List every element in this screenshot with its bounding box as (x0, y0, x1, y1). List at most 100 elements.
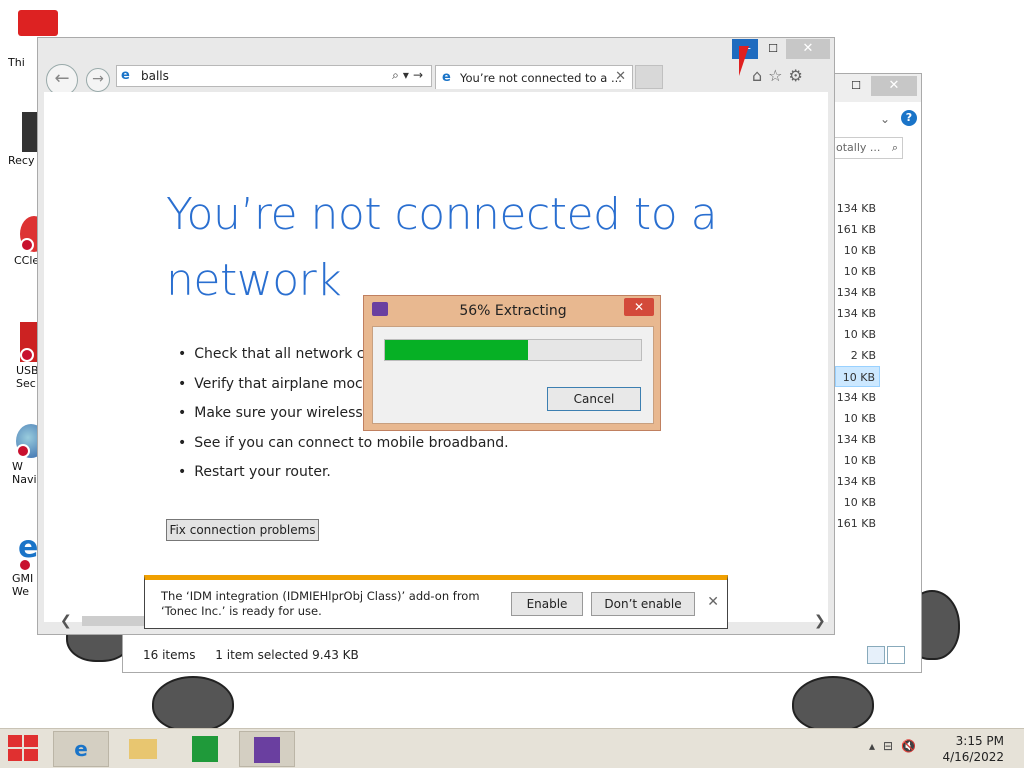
progress-bar (384, 339, 642, 361)
winrar-icon (254, 737, 280, 763)
windows-logo-icon (24, 735, 38, 747)
shield-icon (20, 238, 34, 252)
file-size-cell[interactable]: 10 KB (835, 240, 880, 261)
tab-title: You’re not connected to a ... (460, 71, 622, 85)
addon-notification-bar: The ‘IDM integration (IDMIEHlprObj Class… (144, 575, 728, 629)
taskbar: e ▴⊟🔇 3:15 PM 4/16/2022 (0, 728, 1024, 768)
item-count: 16 items (143, 648, 196, 662)
favorites-star-icon[interactable]: ☆ (768, 66, 788, 85)
file-size-cell[interactable]: 134 KB (835, 198, 880, 219)
view-switcher (867, 646, 907, 666)
desktop-icon-label: GMI We (12, 572, 34, 598)
arrow-left-icon: ← (54, 68, 70, 89)
close-button[interactable]: ✕ (624, 298, 654, 316)
enable-button[interactable]: Enable (511, 592, 583, 616)
large-icons-view-icon[interactable] (887, 646, 905, 664)
volume-muted-icon[interactable]: 🔇 (901, 739, 924, 753)
windows-logo-icon (8, 735, 22, 747)
new-tab-button[interactable] (635, 65, 663, 89)
list-item: See if you can connect to mobile broadba… (192, 429, 508, 459)
ie-icon: e (442, 70, 451, 85)
ie-icon: e (74, 737, 88, 761)
progress-fill (385, 340, 529, 360)
taskbar-winrar-button[interactable] (239, 731, 295, 767)
clock-date: 4/16/2022 (942, 750, 1004, 764)
chevron-up-icon[interactable]: ▴ (869, 739, 883, 753)
dropdown-icon[interactable]: ▾ (403, 68, 413, 82)
store-icon (192, 736, 218, 762)
tab-active[interactable]: e You’re not connected to a ... ✕ (435, 65, 633, 89)
details-view-icon[interactable] (867, 646, 885, 664)
list-item: Restart your router. (192, 458, 509, 488)
shield-icon (20, 348, 34, 362)
system-tray: ▴⊟🔇 (869, 739, 924, 753)
file-size-cell[interactable]: 134 KB (835, 387, 880, 408)
shield-icon (16, 444, 30, 458)
start-button[interactable] (8, 735, 40, 763)
cartoon-paw-decoration (792, 676, 874, 732)
explorer-ribbon-controls: ⌄ ? (833, 108, 918, 130)
scroll-left-icon[interactable]: ❮ (60, 613, 72, 629)
go-arrow-icon[interactable]: → (413, 68, 427, 82)
search-icon[interactable]: ⌕ (392, 68, 403, 82)
ie-icon: e (121, 68, 130, 83)
search-icon: ⌕ (891, 141, 898, 154)
dialog-body: Cancel (372, 326, 654, 424)
address-input[interactable]: balls (141, 69, 169, 83)
search-input[interactable]: otally ... ⌕ (833, 137, 903, 159)
file-size-cell[interactable]: 134 KB (835, 471, 880, 492)
chevron-down-icon[interactable]: ⌄ (880, 112, 890, 126)
desktop-icon-label: W Navi (12, 460, 37, 486)
close-button[interactable]: ✕ (786, 39, 830, 59)
address-bar[interactable]: e balls ⌕▾→ (116, 65, 432, 87)
selection-info: 1 item selected 9.43 KB (215, 648, 359, 662)
file-size-column: 134 KB 161 KB 10 KB 10 KB 134 KB 134 KB 10 KB 2… (835, 198, 880, 534)
close-notification-icon[interactable]: ✕ (707, 594, 719, 610)
dialog-title: 56% Extracting (459, 303, 567, 319)
taskbar-store-button[interactable] (177, 731, 233, 767)
notification-message: The ‘IDM integration (IDMIEHlprObj Class… (161, 589, 480, 618)
fix-connection-button[interactable]: Fix connection problems (166, 519, 319, 541)
close-tab-icon[interactable]: ✕ (615, 69, 626, 84)
file-size-cell[interactable]: 134 KB (835, 429, 880, 450)
file-size-cell[interactable]: 134 KB (835, 282, 880, 303)
folder-icon (129, 739, 157, 759)
file-size-cell[interactable]: 161 KB (835, 513, 880, 534)
shield-icon (18, 558, 32, 572)
help-icon[interactable]: ? (901, 110, 917, 126)
desktop-icon-label: Recy (8, 154, 35, 167)
address-tools: ⌕▾→ (392, 68, 427, 83)
file-size-cell[interactable]: 10 KB (835, 261, 880, 282)
file-size-cell[interactable]: 10 KB (835, 492, 880, 513)
home-icon[interactable]: ⌂ (752, 66, 768, 85)
close-button[interactable]: ✕ (871, 76, 917, 96)
mouse-cursor (739, 46, 749, 76)
ie-toolbar-icons: ⌂☆⚙ (752, 66, 809, 85)
extract-progress-dialog[interactable]: 56% Extracting ✕ Cancel (363, 295, 661, 431)
windows-logo-icon (8, 749, 22, 761)
search-placeholder: otally ... (836, 141, 881, 154)
tv-icon (18, 10, 58, 36)
maximize-button[interactable]: ☐ (843, 76, 869, 96)
file-size-cell[interactable]: 161 KB (835, 219, 880, 240)
arrow-right-icon: → (92, 71, 104, 87)
taskbar-explorer-button[interactable] (115, 731, 171, 767)
clock[interactable]: 3:15 PM 4/16/2022 (942, 733, 1004, 765)
gear-icon[interactable]: ⚙ (789, 66, 809, 85)
clock-time: 3:15 PM (955, 734, 1004, 748)
file-size-cell[interactable]: 134 KB (835, 303, 880, 324)
forward-button[interactable]: → (86, 68, 110, 92)
status-bar: 16 items 1 item selected 9.43 KB (143, 648, 375, 662)
windows-logo-icon (24, 749, 38, 761)
maximize-button[interactable]: ☐ (760, 39, 786, 59)
taskbar-ie-button[interactable]: e (53, 731, 109, 767)
file-size-cell[interactable]: 10 KB (835, 450, 880, 471)
scroll-right-icon[interactable]: ❯ (814, 613, 826, 629)
dont-enable-button[interactable]: Don’t enable (591, 592, 695, 616)
network-icon[interactable]: ⊟ (883, 739, 901, 753)
cancel-button[interactable]: Cancel (547, 387, 641, 411)
file-size-cell[interactable]: 2 KB (835, 345, 880, 366)
file-size-cell[interactable]: 10 KB (835, 366, 880, 387)
file-size-cell[interactable]: 10 KB (835, 324, 880, 345)
file-size-cell[interactable]: 10 KB (835, 408, 880, 429)
